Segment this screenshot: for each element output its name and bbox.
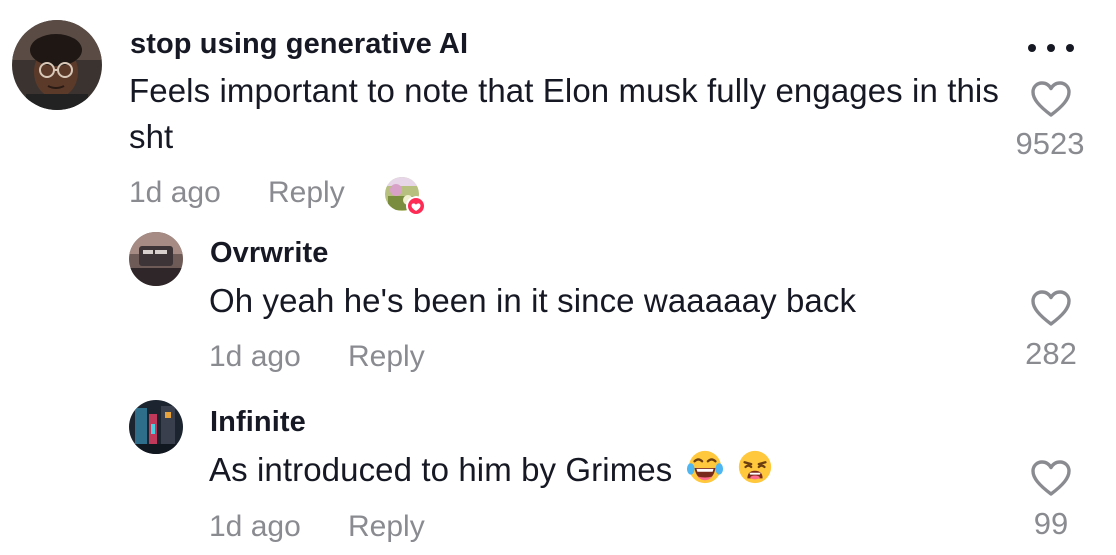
reply-button[interactable]: Reply (348, 340, 425, 374)
user-avatar-photo-icon (129, 232, 183, 286)
weary-face-emoji-icon (736, 448, 774, 486)
heart-outline-icon (1031, 81, 1071, 117)
comment-item: stop using generative AI Feels important… (0, 0, 1116, 220)
avatar[interactable] (129, 400, 183, 454)
comment-text: Oh yeah he's been in it since waaaaay ba… (209, 282, 857, 319)
avatar[interactable] (12, 20, 102, 110)
user-avatar-photo-icon (129, 400, 183, 454)
comment-text: Feels important to note that Elon musk f… (129, 72, 999, 155)
like-button[interactable] (1029, 79, 1073, 119)
reply-comment-item: Ovrwrite Oh yeah he's been in it since w… (0, 220, 1116, 390)
heart-outline-icon (1031, 460, 1071, 496)
comment-username[interactable]: Ovrwrite (210, 237, 328, 270)
like-count: 99 (1033, 506, 1069, 541)
comment-timestamp: 1d ago (129, 176, 221, 209)
reply-comment-item: Infinite As introduced to him by Grimes (0, 390, 1116, 555)
user-avatar-photo-icon (12, 20, 102, 110)
like-button[interactable] (1029, 288, 1073, 328)
creator-liked-badge (382, 174, 430, 220)
comment-timestamp: 1d ago (209, 510, 301, 543)
comment-timestamp: 1d ago (209, 340, 301, 373)
heart-outline-icon (1031, 290, 1071, 326)
more-options-button[interactable] (1026, 38, 1076, 58)
reply-button[interactable]: Reply (348, 510, 425, 544)
comment-text: As introduced to him by Grimes (209, 447, 1009, 493)
like-count: 9523 (1015, 126, 1085, 161)
more-options-icon (1028, 44, 1036, 52)
reply-button[interactable]: Reply (268, 176, 345, 210)
avatar[interactable] (129, 232, 183, 286)
comment-username[interactable]: Infinite (210, 406, 306, 439)
more-options-dot (1047, 44, 1055, 52)
like-button[interactable] (1029, 458, 1073, 498)
comment-username[interactable]: stop using generative AI (130, 28, 468, 61)
comment-text-content: As introduced to him by Grimes (209, 451, 673, 488)
creator-liked-badge-icon (384, 176, 426, 216)
like-count: 282 (1025, 336, 1077, 371)
laughing-crying-emoji-icon (686, 448, 724, 486)
more-options-dot (1066, 44, 1074, 52)
